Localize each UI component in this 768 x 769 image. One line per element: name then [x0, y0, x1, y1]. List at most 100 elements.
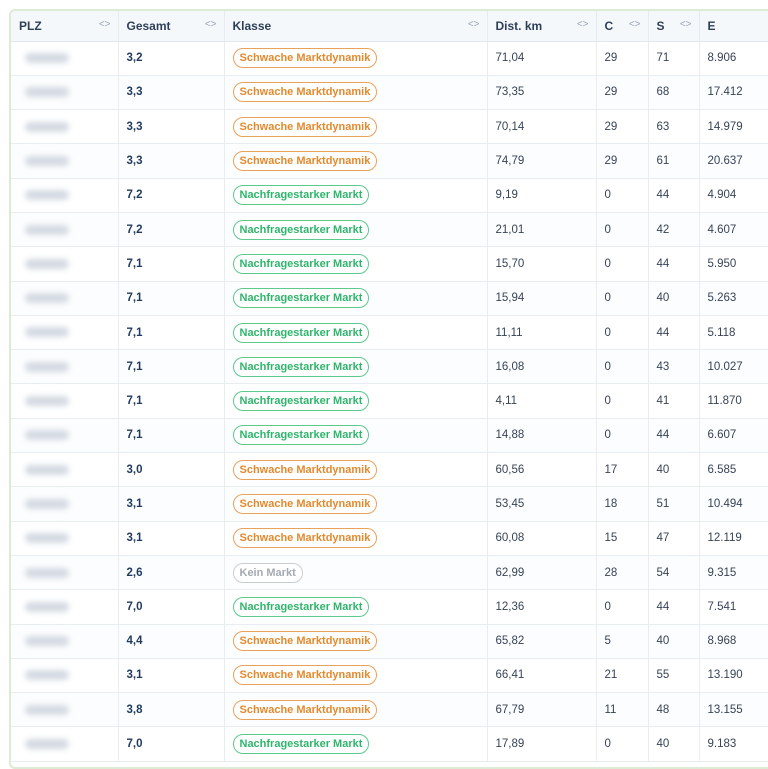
- klasse-badge: Nachfragestarker Markt: [232, 356, 370, 377]
- sort-arrows-icon[interactable]: <>: [468, 19, 480, 30]
- column-header-label: Gesamt: [126, 18, 171, 33]
- plz-cell: [11, 452, 119, 488]
- plz-cell: [11, 41, 119, 76]
- table-row[interactable]: 3,0 Schwache Marktdynamik 60,56 17 40 6.585: [11, 452, 768, 488]
- c-cell: 17: [596, 452, 649, 488]
- column-header-plz[interactable]: PLZ <>: [11, 11, 119, 42]
- s-cell: 42: [648, 212, 700, 248]
- klasse-cell: Nachfragestarker Markt: [224, 349, 488, 385]
- column-header-label: C: [604, 18, 614, 33]
- table-row[interactable]: 2,6 Kein Markt 62,99 28 54 9.315: [11, 555, 768, 591]
- table-row[interactable]: 3,3 Schwache Marktdynamik 73,35 29 68 17.412: [11, 75, 768, 111]
- column-header-klasse[interactable]: Klasse <>: [224, 11, 488, 42]
- gesamt-cell: 7,2: [118, 178, 225, 213]
- table-container: PLZ <> Gesamt <> Klasse <> Dist. km <> C <> S…: [9, 9, 768, 769]
- column-header-label: Klasse: [232, 18, 272, 33]
- table-row[interactable]: 7,2 Nachfragestarker Markt 9,19 0 44 4.904: [11, 178, 768, 213]
- c-cell: 21: [596, 658, 649, 694]
- table-row[interactable]: 3,2 Schwache Marktdynamik 71,04 29 71 8.906: [11, 41, 768, 76]
- klasse-badge: Nachfragestarker Markt: [232, 596, 370, 617]
- table-row[interactable]: 7,1 Nachfragestarker Markt 16,08 0 43 10.027: [11, 349, 768, 385]
- gesamt-cell: 3,1: [118, 658, 225, 694]
- klasse-cell: Schwache Marktdynamik: [224, 75, 488, 111]
- column-header-s[interactable]: S <>: [648, 11, 700, 42]
- dist-cell: 16,08: [487, 349, 597, 385]
- sort-arrows-icon[interactable]: <>: [680, 19, 692, 30]
- sort-arrows-icon[interactable]: <>: [577, 19, 589, 30]
- dist-cell: 65,82: [487, 624, 597, 659]
- dist-cell: 11,11: [487, 315, 597, 351]
- e-cell: 13.190: [699, 658, 768, 694]
- gesamt-cell: 7,1: [118, 281, 225, 316]
- gesamt-cell: 3,0: [118, 452, 225, 488]
- c-cell: 29: [596, 75, 649, 111]
- blurred-plz-value: [25, 293, 69, 304]
- plz-cell: [11, 589, 119, 625]
- e-cell: 7.541: [699, 589, 768, 625]
- dist-cell: 4,11: [487, 383, 597, 419]
- c-cell: 29: [596, 41, 649, 76]
- c-cell: 0: [596, 726, 649, 762]
- klasse-cell: Schwache Marktdynamik: [224, 452, 488, 488]
- table-row[interactable]: 4,4 Schwache Marktdynamik 65,82 5 40 8.968: [11, 624, 768, 659]
- table-row[interactable]: 7,0 Nachfragestarker Markt 17,89 0 40 9.183: [11, 726, 768, 762]
- column-header-c[interactable]: C <>: [596, 11, 649, 42]
- sort-arrows-icon[interactable]: <>: [205, 19, 217, 30]
- table-row[interactable]: 7,0 Nachfragestarker Markt 12,36 0 44 7.541: [11, 589, 768, 625]
- c-cell: 28: [596, 555, 649, 591]
- column-header-label: PLZ: [19, 18, 42, 33]
- e-cell: 4.904: [699, 178, 768, 213]
- table-row[interactable]: 7,1 Nachfragestarker Markt 15,94 0 40 5.263: [11, 281, 768, 316]
- s-cell: 44: [648, 418, 700, 454]
- table-row[interactable]: 3,3 Schwache Marktdynamik 74,79 29 61 20.637: [11, 143, 768, 179]
- klasse-cell: Kein Markt: [224, 555, 488, 591]
- s-cell: 71: [648, 41, 700, 76]
- e-cell: 6.585: [699, 452, 768, 488]
- klasse-cell: Schwache Marktdynamik: [224, 143, 488, 179]
- table-row[interactable]: 7,1 Nachfragestarker Markt 15,70 0 44 5.950: [11, 246, 768, 282]
- table-row[interactable]: 7,2 Nachfragestarker Markt 21,01 0 42 4.607: [11, 212, 768, 248]
- table-row[interactable]: 3,3 Schwache Marktdynamik 70,14 29 63 14.979: [11, 109, 768, 145]
- column-header-gesamt[interactable]: Gesamt <>: [118, 11, 225, 42]
- c-cell: 0: [596, 349, 649, 385]
- gesamt-cell: 3,3: [118, 109, 225, 145]
- table-row[interactable]: 7,1 Nachfragestarker Markt 11,11 0 44 5.118: [11, 315, 768, 351]
- gesamt-cell: 7,2: [118, 212, 225, 248]
- plz-cell: [11, 418, 119, 454]
- blurred-plz-value: [25, 464, 69, 475]
- klasse-cell: Nachfragestarker Markt: [224, 383, 488, 419]
- table-row[interactable]: 3,1 Schwache Marktdynamik 66,41 21 55 13.190: [11, 658, 768, 694]
- sort-arrows-icon[interactable]: <>: [629, 19, 641, 30]
- table-row[interactable]: 3,1 Schwache Marktdynamik 53,45 18 51 10.494: [11, 486, 768, 522]
- gesamt-cell: 7,1: [118, 246, 225, 282]
- klasse-cell: Schwache Marktdynamik: [224, 486, 488, 522]
- plz-cell: [11, 281, 119, 316]
- dist-cell: 9,19: [487, 178, 597, 213]
- gesamt-cell: 3,2: [118, 41, 225, 76]
- e-cell: 17.412: [699, 75, 768, 111]
- column-header-dist[interactable]: Dist. km <>: [487, 11, 597, 42]
- table-row[interactable]: 3,1 Schwache Marktdynamik 60,08 15 47 12.119: [11, 521, 768, 556]
- e-cell: 8.968: [699, 624, 768, 659]
- gesamt-cell: 7,1: [118, 315, 225, 351]
- c-cell: 0: [596, 315, 649, 351]
- dist-cell: 21,01: [487, 212, 597, 248]
- table-header-row: PLZ <> Gesamt <> Klasse <> Dist. km <> C <> S…: [11, 11, 768, 42]
- column-header-e[interactable]: E<>: [699, 11, 768, 42]
- table-row[interactable]: 7,1 Nachfragestarker Markt 14,88 0 44 6.607: [11, 418, 768, 454]
- e-cell: 8.906: [699, 41, 768, 76]
- blurred-plz-value: [25, 636, 69, 647]
- sort-arrows-icon[interactable]: <>: [99, 19, 111, 30]
- plz-cell: [11, 143, 119, 179]
- klasse-badge: Schwache Marktdynamik: [232, 631, 378, 652]
- table-row[interactable]: 3,8 Schwache Marktdynamik 67,79 11 48 13.155: [11, 692, 768, 728]
- dist-cell: 17,89: [487, 726, 597, 762]
- table-row[interactable]: 7,1 Nachfragestarker Markt 4,11 0 41 11.870: [11, 383, 768, 419]
- dist-cell: 60,08: [487, 521, 597, 556]
- s-cell: 48: [648, 692, 700, 728]
- e-cell: 10.027: [699, 349, 768, 385]
- klasse-badge: Schwache Marktdynamik: [232, 459, 378, 480]
- s-cell: 41: [648, 383, 700, 419]
- c-cell: 0: [596, 246, 649, 282]
- klasse-badge: Nachfragestarker Markt: [232, 734, 370, 755]
